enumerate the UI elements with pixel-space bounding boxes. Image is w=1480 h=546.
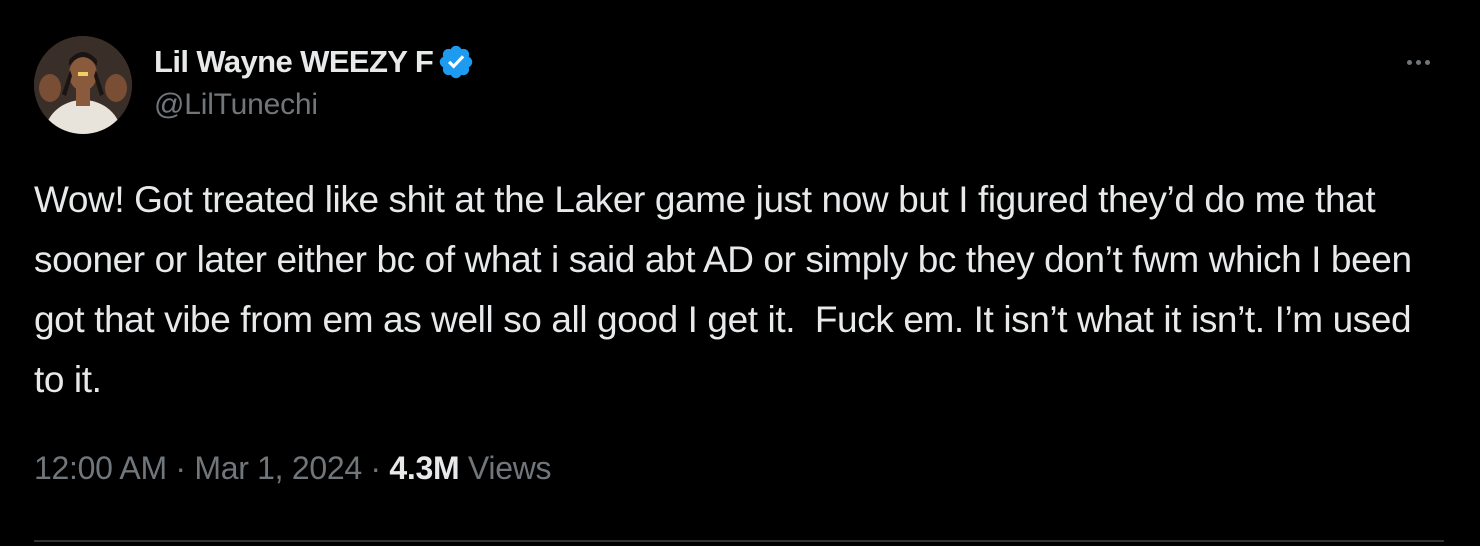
verified-badge-icon[interactable] [437, 43, 475, 81]
meta-separator: · [175, 450, 186, 486]
user-handle[interactable]: @LilTunechi [154, 88, 475, 122]
more-options-button[interactable] [1396, 48, 1440, 76]
tweet-date[interactable]: Mar 1, 2024 [194, 450, 362, 486]
name-row: Lil Wayne WEEZY F [154, 40, 475, 84]
tweet-meta: 12:00 AM · Mar 1, 2024 · 4.3M Views [34, 450, 552, 487]
tweet-card: Lil Wayne WEEZY F @LilTunechi Wow! Got t… [0, 0, 1480, 546]
more-horizontal-icon-dot [1415, 59, 1421, 65]
tweet-time[interactable]: 12:00 AM [34, 450, 167, 486]
more-horizontal-icon-dot [1424, 59, 1430, 65]
display-name[interactable]: Lil Wayne WEEZY F [154, 44, 434, 80]
more-horizontal-icon [1406, 59, 1412, 65]
views-label: Views [467, 450, 552, 486]
tweet-text: Wow! Got treated like shit at the Laker … [34, 179, 1422, 400]
tweet-header: Lil Wayne WEEZY F @LilTunechi [154, 40, 475, 122]
views-count[interactable]: 4.3M [389, 450, 459, 486]
meta-separator: · [370, 450, 381, 486]
avatar-image [34, 36, 132, 134]
divider [34, 540, 1444, 542]
avatar[interactable] [34, 36, 132, 134]
